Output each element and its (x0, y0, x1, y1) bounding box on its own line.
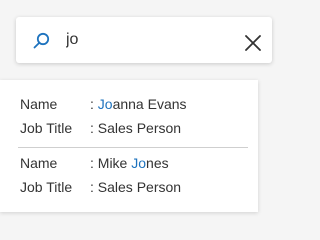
result-item-joanna-evans[interactable]: Name : Joanna Evans Job Title : Sales Pe… (0, 94, 258, 144)
match-highlight: Jo (131, 155, 147, 171)
name-label: Name (20, 96, 58, 112)
name-separator: : (90, 155, 98, 171)
job-title-value: : Sales Person (90, 120, 182, 136)
name-value: : Mike Jones (90, 155, 169, 171)
name-suffix: anna Evans (112, 96, 187, 112)
name-separator: : (90, 96, 98, 112)
job-title-value: : Sales Person (90, 179, 182, 195)
match-highlight: Jo (97, 96, 113, 112)
result-divider (18, 147, 248, 148)
search-input[interactable] (66, 27, 236, 53)
name-prefix: Mike (97, 155, 132, 171)
search-results-list: Name : Joanna Evans Job Title : Sales Pe… (0, 80, 258, 212)
search-box[interactable] (16, 17, 272, 63)
job-title-label: Job Title (20, 179, 73, 195)
name-value: : Joanna Evans (90, 96, 187, 112)
close-icon[interactable] (242, 32, 264, 54)
name-suffix: nes (146, 155, 169, 171)
job-title-label: Job Title (20, 120, 73, 136)
result-item-mike-jones[interactable]: Name : Mike Jones Job Title : Sales Pers… (0, 153, 258, 203)
search-icon[interactable] (33, 32, 50, 49)
name-label: Name (20, 155, 58, 171)
